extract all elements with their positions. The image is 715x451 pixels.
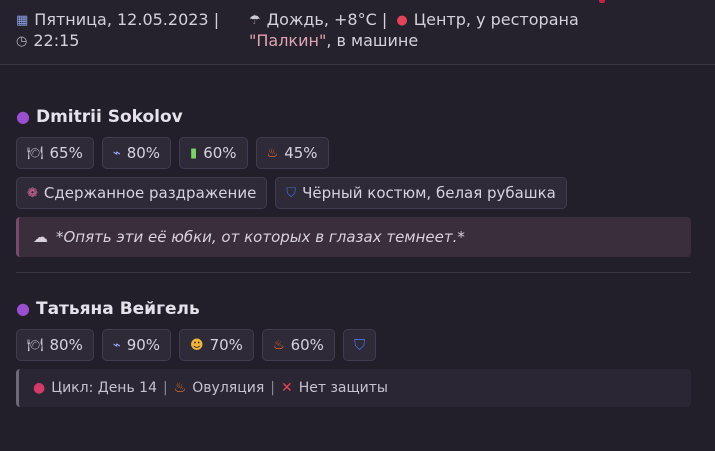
plate-icon: 🍽 [27,337,44,353]
divider [16,272,691,273]
cycle-phase: Овуляция [192,380,265,396]
fire-icon: ♨ [272,337,285,353]
fire-icon: ♨ [266,145,279,161]
character-name-row: ● Dmitrii Sokolov [16,105,691,129]
separator: | [162,380,168,396]
energy-value: 60% [203,144,237,162]
character-name: Татьяна Вейгель [35,299,200,319]
jeans-icon: ⛉ [353,336,366,354]
suit-icon: ⛉ [286,185,297,201]
cross-icon: ✕ [280,380,293,396]
pin-icon: ● [396,13,408,28]
fatigue-stat: ☻ 70% [179,329,254,361]
outfit-chip: ⛉ [342,329,377,361]
location-suffix: , в машине [326,31,419,50]
fatigue-value: 70% [209,336,243,354]
separator: | [270,380,275,396]
hunger-stat: 🍽 65% [16,137,94,169]
battery-icon: ▮ [190,145,198,161]
person-icon: ● [16,299,30,318]
broom-icon: ⌁ [112,145,121,161]
person-icon: ● [16,107,30,126]
hunger-stat: 🍽 80% [16,329,94,361]
hunger-value: 65% [49,144,83,162]
thought-text: *Опять эти её юбки, от которых в глазах … [56,228,465,246]
hygiene-value: 80% [126,144,161,162]
header-accent-mark [599,0,605,3]
cycle-day: Цикл: День 14 [51,380,157,396]
sleepy-face-icon: ☻ [190,337,204,353]
thought-cloud-icon: ☁ [33,228,48,246]
location-text: Центр, у ресторана [413,10,579,29]
flame-icon: ♨ [173,380,187,396]
blood-drop-icon: ● [33,380,46,396]
mood-outfit-row: ❁ Сдержанное раздражение ⛉ Чёрный костюм, … [16,177,691,209]
date-text: Пятница, 12.05.2023 | [34,10,220,29]
rain-cloud-icon: ☂ [249,13,261,28]
broom-icon: ⌁ [112,337,121,353]
arousal-stat: ♨ 45% [255,137,329,169]
stats-row: 🍽 65% ⌁ 80% ▮ 60% ♨ 45% [16,137,691,169]
hunger-value: 80% [49,336,83,354]
calendar-icon: ▦ [16,13,29,28]
outfit-chip: ⛉ Чёрный костюм, белая рубашка [275,177,567,209]
protection-status: Нет защиты [298,380,388,396]
hygiene-stat: ⌁ 90% [101,329,172,361]
datetime-block: ▦ Пятница, 12.05.2023 | ◷ 22:15 [16,10,236,52]
weather-location-block: ☂ Дождь, +8°C | ● Центр, у ресторана "Палк… [249,10,669,51]
brain-icon: ❁ [27,185,38,201]
thought-bubble: ☁ *Опять эти её юбки, от которых в глазах… [16,217,691,257]
status-header: ▦ Пятница, 12.05.2023 | ◷ 22:15 ☂ Дождь, +8… [0,0,715,65]
hygiene-stat: ⌁ 80% [101,137,172,169]
arousal-value: 60% [290,336,324,354]
character-card-1: ● Dmitrii Sokolov 🍽 65% ⌁ 80% ▮ 60% ♨ 45% ❁ Сд… [16,105,691,257]
cycle-info: ● Цикл: День 14 | ♨ Овуляция | ✕ Нет защиты [16,369,691,407]
weather-text: Дождь, +8°C | [266,10,388,29]
character-name-row: ● Татьяна Вейгель [16,297,691,321]
stats-row: 🍽 80% ⌁ 90% ☻ 70% ♨ 60% ⛉ [16,329,691,361]
character-name: Dmitrii Sokolov [35,107,183,127]
arousal-stat: ♨ 60% [261,329,335,361]
outfit-text: Чёрный костюм, белая рубашка [302,184,556,202]
clock-icon: ◷ [16,34,28,49]
time-text: 22:15 [33,31,80,50]
plate-icon: 🍽 [27,145,44,161]
arousal-value: 45% [284,144,318,162]
hygiene-value: 90% [126,336,161,354]
character-card-2: ● Татьяна Вейгель 🍽 80% ⌁ 90% ☻ 70% ♨ 60% ⛉ ●… [16,297,691,407]
energy-stat: ▮ 60% [179,137,248,169]
mood-chip: ❁ Сдержанное раздражение [16,177,268,209]
mood-text: Сдержанное раздражение [43,184,257,202]
location-highlight: "Палкин" [249,31,327,50]
